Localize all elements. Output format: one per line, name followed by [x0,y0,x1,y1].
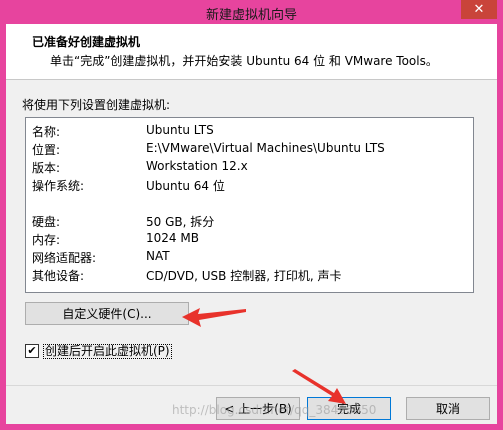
window-frame-right [497,24,503,430]
power-on-checkbox-label[interactable]: 创建后开启此虚拟机(P) [43,344,172,359]
summary-value: Ubuntu LTS [146,123,214,137]
summary-key: 硬盘: [32,215,61,229]
footer-divider [6,385,497,386]
wizard-header: 已准备好创建虚拟机 单击“完成”创建虚拟机，并开始安装 Ubuntu 64 位 … [6,24,497,80]
window-title: 新建虚拟机向导 [205,8,297,23]
annotation-arrow-icon [292,369,346,404]
cancel-button[interactable]: 取消 [406,397,490,420]
close-button[interactable]: ✕ [461,0,497,19]
summary-value: NAT [146,249,170,263]
summary-value: 50 GB, 拆分 [146,215,215,229]
close-icon: ✕ [473,2,485,17]
summary-key: 版本: [32,161,61,175]
summary-value: Ubuntu 64 位 [146,179,225,193]
summary-value: Workstation 12.x [146,159,248,173]
settings-summary-list[interactable]: 名称: Ubuntu LTS 位置: E:\VMware\Virtual Mac… [25,117,474,293]
summary-key: 内存: [32,233,61,247]
summary-key: 网络适配器: [32,251,97,265]
summary-value: E:\VMware\Virtual Machines\Ubuntu LTS [146,141,385,155]
summary-key: 位置: [32,143,61,157]
summary-key: 名称: [32,125,61,139]
checkmark-icon: ✔ [27,344,37,357]
intro-text: 将使用下列设置创建虚拟机: [22,98,171,112]
wizard-body: 将使用下列设置创建虚拟机: 名称: Ubuntu LTS 位置: E:\VMwa… [6,80,497,424]
summary-value: 1024 MB [146,231,199,245]
header-subtitle: 单击“完成”创建虚拟机，并开始安装 Ubuntu 64 位 和 VMware T… [50,54,438,68]
summary-key: 操作系统: [32,179,85,193]
annotation-arrow-icon [182,308,246,327]
title-bar[interactable]: 新建虚拟机向导 ✕ [0,0,503,24]
power-on-checkbox[interactable]: ✔ [25,344,39,358]
customize-hardware-button[interactable]: 自定义硬件(C)... [25,302,189,325]
summary-value: CD/DVD, USB 控制器, 打印机, 声卡 [146,269,342,283]
window-frame-bottom [0,424,503,430]
header-title: 已准备好创建虚拟机 [32,35,141,49]
summary-key: 其他设备: [32,269,85,283]
